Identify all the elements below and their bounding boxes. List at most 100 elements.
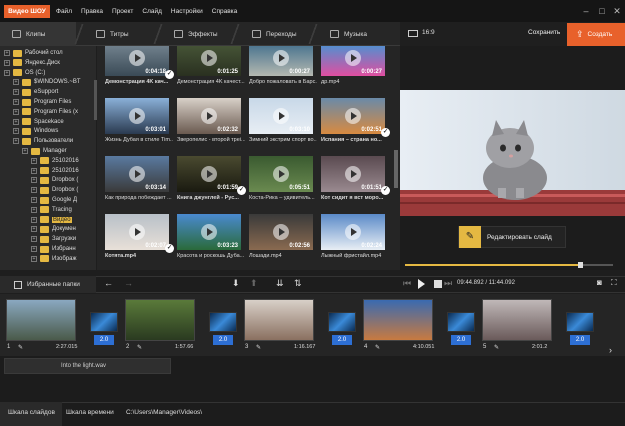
clip-card[interactable]: 0:02:24 Лыжный фристайл.mp4: [321, 214, 391, 259]
monitor-icon[interactable]: [408, 30, 418, 37]
tab-effects[interactable]: Эффекты: [162, 22, 232, 46]
tab-slide-view[interactable]: Шкала слайдов: [0, 402, 62, 426]
transition-thumbnail[interactable]: [90, 312, 118, 332]
expand-icon[interactable]: +: [13, 118, 19, 125]
seek-handle[interactable]: [577, 262, 583, 268]
clip-card[interactable]: 0:01:25 Демонстрация 4K качест...: [177, 46, 247, 85]
clip-card[interactable]: 0:02:56 Лошади.mp4: [249, 214, 319, 259]
expand-icon[interactable]: +: [4, 69, 10, 76]
tree-item[interactable]: + Докумен: [31, 224, 76, 234]
play-icon[interactable]: [129, 108, 145, 124]
expand-icon[interactable]: +: [31, 236, 37, 243]
save-button[interactable]: Сохранить: [528, 29, 560, 36]
expand-icon[interactable]: +: [31, 226, 37, 233]
expand-icon[interactable]: +: [31, 167, 37, 174]
play-icon[interactable]: [201, 50, 217, 66]
transition-duration[interactable]: 2.0: [94, 335, 114, 345]
tree-item[interactable]: + Windows: [13, 126, 58, 136]
menu-slide[interactable]: Слайд: [142, 8, 162, 15]
tree-item[interactable]: + Яндекс.Диск: [4, 58, 60, 68]
play-icon[interactable]: [129, 50, 145, 66]
tree-item[interactable]: + Tracing: [31, 205, 72, 215]
tree-item[interactable]: + Избранн: [31, 244, 76, 254]
transition-duration[interactable]: 2.0: [451, 335, 471, 345]
tree-item[interactable]: + Видео: [31, 215, 72, 225]
split-icon[interactable]: ⇊: [276, 278, 284, 289]
tree-item[interactable]: + Изображ: [31, 254, 76, 264]
tab-time-view[interactable]: Шкала времени: [66, 402, 114, 424]
expand-icon[interactable]: +: [31, 187, 37, 194]
redo-icon[interactable]: →: [124, 278, 133, 288]
play-icon[interactable]: [345, 108, 361, 124]
menu-file[interactable]: Файл: [56, 8, 72, 15]
minimize-icon[interactable]: –: [580, 5, 592, 17]
expand-icon[interactable]: +: [31, 246, 37, 252]
play-icon[interactable]: [273, 50, 289, 66]
grid-scrollbar[interactable]: [394, 150, 398, 188]
transition-thumbnail[interactable]: [566, 312, 594, 332]
pencil-icon[interactable]: ✎: [256, 344, 261, 351]
pencil-icon[interactable]: ✎: [494, 344, 499, 351]
transition-thumbnail[interactable]: [328, 312, 356, 332]
menu-project[interactable]: Проект: [112, 8, 133, 15]
expand-icon[interactable]: +: [31, 206, 37, 213]
clip-card[interactable]: 0:03:01 Жизнь Дубая в стиле Tim...: [105, 98, 175, 143]
clip-card[interactable]: 0:02:32 Зверопелис - второй треi...: [177, 98, 247, 143]
next-icon[interactable]: ⏭: [444, 278, 452, 289]
tree-item[interactable]: + Program Files: [13, 97, 71, 107]
play-icon[interactable]: [273, 224, 289, 240]
play-icon[interactable]: [273, 166, 289, 182]
play-icon[interactable]: [201, 224, 217, 240]
tree-item[interactable]: + eSupport: [13, 87, 58, 97]
tree-item[interactable]: + Spacekace: [13, 117, 64, 127]
stop-icon[interactable]: [434, 280, 442, 288]
transition-thumbnail[interactable]: [209, 312, 237, 332]
create-button[interactable]: ⇪ Создать: [567, 23, 625, 46]
pencil-icon[interactable]: ✎: [137, 344, 142, 351]
menu-settings[interactable]: Настройки: [171, 8, 203, 15]
prev-icon[interactable]: ⏮: [403, 278, 411, 289]
play-icon[interactable]: [418, 279, 425, 289]
clip-card[interactable]: 0:01:51 ✓ Кот сидит я вст моро...: [321, 156, 391, 201]
favorites-tab[interactable]: Избранные папки: [0, 276, 96, 293]
expand-icon[interactable]: +: [22, 148, 28, 154]
tree-item[interactable]: +25102016: [31, 156, 79, 166]
tree-item[interactable]: + Загрузки: [31, 234, 76, 244]
expand-icon[interactable]: +: [13, 138, 19, 145]
tree-item[interactable]: + Пользователи: [13, 136, 73, 146]
clip-card[interactable]: 0:02:07 ✓ Котята.mp4: [105, 214, 175, 259]
menu-help[interactable]: Справка: [212, 8, 238, 15]
tab-music[interactable]: Музыка: [318, 22, 388, 46]
clip-card[interactable]: 0:00:27 др.mp4: [321, 46, 391, 85]
expand-icon[interactable]: +: [4, 50, 10, 56]
tree-item[interactable]: + Manager: [22, 146, 67, 156]
camera-icon[interactable]: ◙: [597, 278, 602, 287]
close-icon[interactable]: ✕: [611, 5, 623, 17]
clip-card[interactable]: 0:03:10 Зимний экстрим спорт во...: [249, 98, 319, 143]
add-down-icon[interactable]: ⬇: [232, 278, 240, 289]
play-icon[interactable]: [345, 50, 361, 66]
maximize-icon[interactable]: □: [596, 5, 608, 17]
tree-item[interactable]: + Google Д: [31, 195, 77, 205]
expand-icon[interactable]: +: [31, 255, 37, 262]
play-icon[interactable]: [345, 224, 361, 240]
expand-icon[interactable]: +: [31, 177, 37, 184]
expand-icon[interactable]: +: [13, 89, 19, 96]
play-icon[interactable]: [201, 166, 217, 182]
clip-card[interactable]: 0:00:27 Добро пожаловать в Барс...: [249, 46, 319, 85]
expand-icon[interactable]: +: [13, 108, 19, 115]
tree-item[interactable]: + Рабочий стол: [4, 48, 63, 58]
fullscreen-icon[interactable]: ⛶: [611, 278, 617, 288]
tree-item[interactable]: + Program Files (x: [13, 107, 78, 117]
aspect-ratio[interactable]: 16:9: [422, 29, 435, 36]
play-icon[interactable]: [201, 108, 217, 124]
swap-icon[interactable]: ⇅: [294, 278, 302, 289]
play-icon[interactable]: [129, 224, 145, 240]
pencil-icon[interactable]: ✎: [375, 344, 380, 351]
tree-item[interactable]: +25102016: [31, 166, 79, 176]
audio-clip[interactable]: Into the light.wav: [4, 358, 171, 374]
move-up-icon[interactable]: ⬆: [250, 278, 258, 289]
expand-icon[interactable]: +: [13, 99, 19, 105]
expand-icon[interactable]: +: [4, 59, 10, 66]
clip-card[interactable]: 0:03:23 Красота и роскошь Дуба...: [177, 214, 247, 259]
